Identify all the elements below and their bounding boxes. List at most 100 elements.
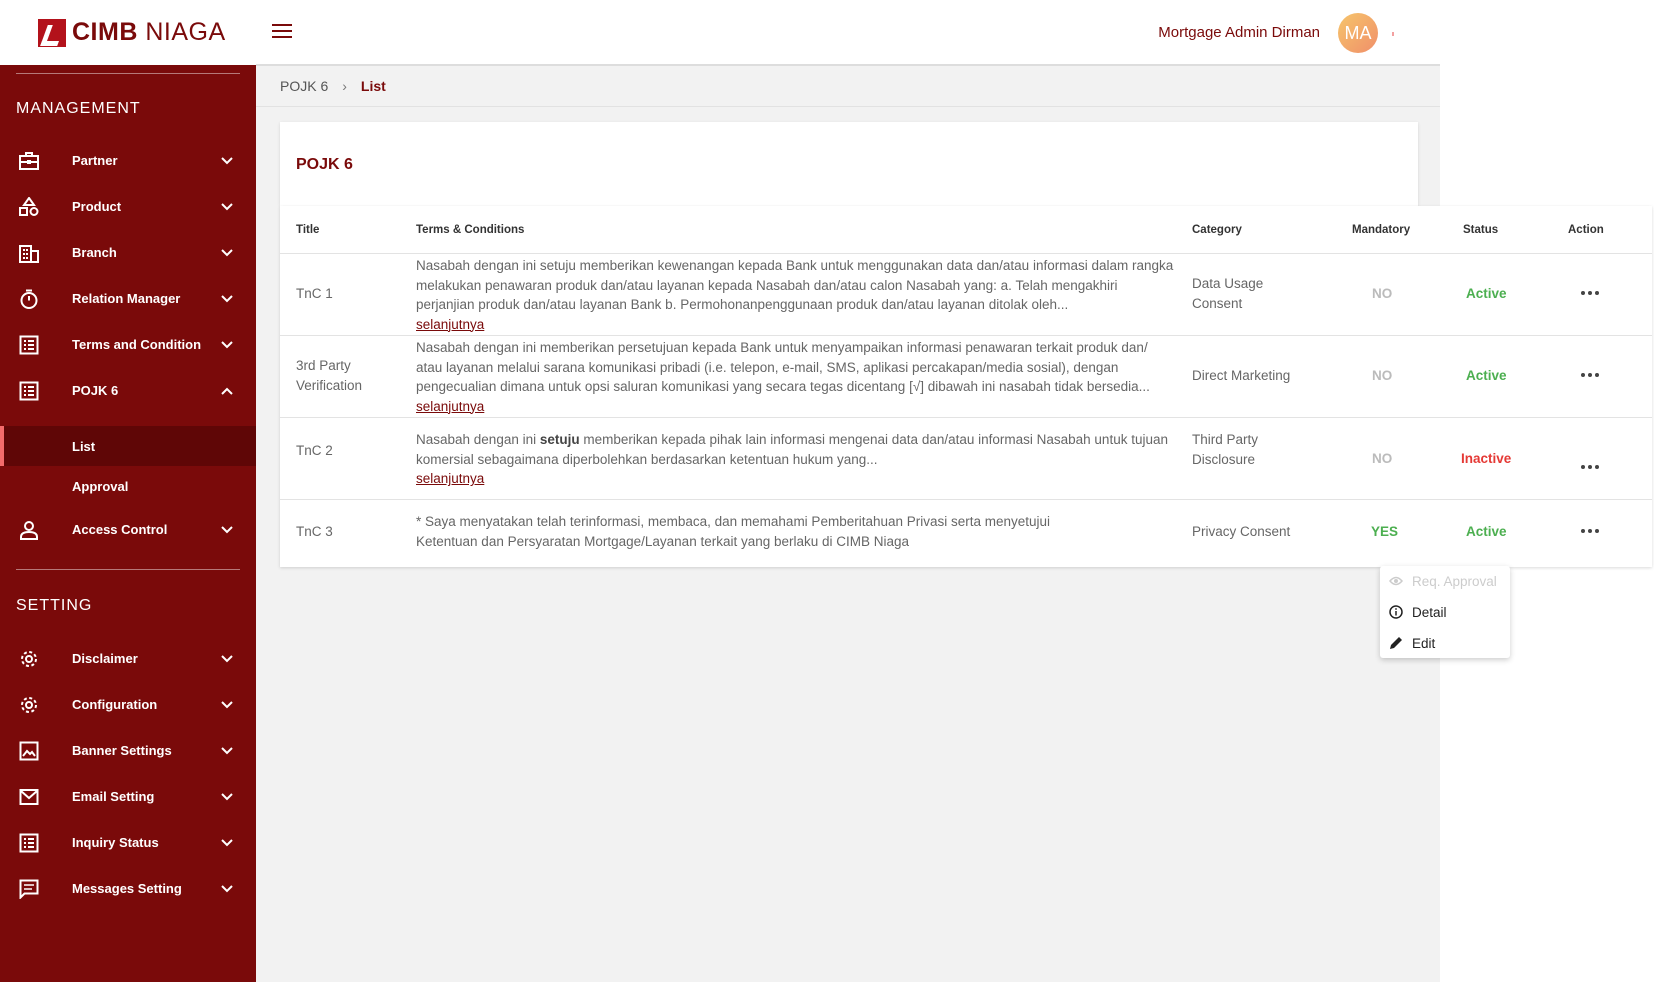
brand-name: CIMB NIAGA xyxy=(72,18,226,46)
mail-icon xyxy=(18,786,40,808)
row-category: Direct Marketing xyxy=(1192,368,1291,383)
sidebar-subitem-label: Approval xyxy=(72,478,129,494)
pencil-icon xyxy=(1390,637,1402,649)
breadcrumb-divider xyxy=(256,106,1440,107)
row-terms: Nasabah dengan ini setuju memberikan kep… xyxy=(416,430,1176,489)
brand-logo[interactable]: CIMB NIAGA xyxy=(0,0,256,65)
chevron-down-icon xyxy=(221,295,233,303)
sidebar-divider xyxy=(16,569,240,570)
status-badge: Inactive xyxy=(1461,451,1512,466)
menu-toggle-icon[interactable] xyxy=(272,24,292,40)
row-mandatory: NO xyxy=(1372,368,1393,383)
menu-item-req-approval: Req. Approval xyxy=(1380,566,1510,596)
message-icon xyxy=(18,878,40,900)
selanjutnya-link[interactable]: selanjutnya xyxy=(416,469,1176,489)
table-row: 3rd Party Verification Nasabah dengan in… xyxy=(280,336,1652,418)
user-name: Mortgage Admin Dirman xyxy=(1158,24,1320,41)
breadcrumb-current: List xyxy=(360,78,386,94)
sidebar-item-label: Product xyxy=(72,199,122,214)
sidebar-divider xyxy=(16,73,240,74)
topbar: Mortgage Admin Dirman MA xyxy=(256,0,1440,66)
shapes-icon xyxy=(18,196,40,218)
sidebar-item-product[interactable]: Product xyxy=(0,185,256,229)
more-actions-icon[interactable] xyxy=(1581,373,1599,379)
sidebar-item-label: Banner Settings xyxy=(72,743,172,758)
briefcase-icon xyxy=(18,150,40,172)
col-action: Action xyxy=(1568,224,1604,236)
sidebar-item-pojk6[interactable]: POJK 6 xyxy=(0,369,256,413)
row-terms: * Saya menyatakan telah terinformasi, me… xyxy=(416,514,1051,549)
sidebar-item-access-control[interactable]: Access Control xyxy=(0,508,256,552)
chevron-down-icon xyxy=(221,747,233,755)
sidebar-item-partner[interactable]: Partner xyxy=(0,139,256,183)
page-card: POJK 6 xyxy=(280,122,1418,206)
status-badge: Active xyxy=(1466,524,1507,539)
sidebar-item-label: POJK 6 xyxy=(72,383,119,398)
menu-item-detail[interactable]: Detail xyxy=(1380,597,1510,627)
sidebar-item-email-setting[interactable]: Email Setting xyxy=(0,775,256,819)
page-title: POJK 6 xyxy=(296,156,353,173)
menu-item-edit[interactable]: Edit xyxy=(1380,628,1510,658)
sidebar-subitem-label: List xyxy=(72,438,96,454)
sidebar-item-inquiry-status[interactable]: Inquiry Status xyxy=(0,821,256,865)
list-icon xyxy=(18,334,40,356)
sidebar-item-label: Access Control xyxy=(72,522,168,537)
chevron-down-icon xyxy=(221,655,233,663)
more-actions-icon[interactable] xyxy=(1581,465,1599,471)
row-mandatory: NO xyxy=(1372,286,1393,301)
sidebar-item-label: Terms and Condition xyxy=(72,337,202,352)
sidebar-item-terms-and-condition[interactable]: Terms and Condition xyxy=(0,323,256,367)
cimb-logo-icon xyxy=(38,18,66,47)
sidebar-item-configuration[interactable]: Configuration xyxy=(0,683,256,727)
chevron-down-icon xyxy=(221,157,233,165)
sidebar-item-label: Branch xyxy=(72,245,117,260)
row-title: 3rd Party Verification xyxy=(296,358,363,393)
col-mandatory: Mandatory xyxy=(1352,224,1411,236)
gear-icon xyxy=(18,694,40,716)
col-terms: Terms & Conditions xyxy=(416,224,525,236)
row-terms: Nasabah dengan ini setuju memberikan kew… xyxy=(416,256,1176,334)
sidebar-item-label: Messages Setting xyxy=(72,881,182,896)
row-mandatory: NO xyxy=(1372,451,1393,466)
sidebar: MANAGEMENT Partner Product Branch Relati… xyxy=(0,65,256,982)
chevron-down-icon xyxy=(221,249,233,257)
chevron-down-icon xyxy=(221,203,233,211)
sidebar-item-branch[interactable]: Branch xyxy=(0,231,256,275)
sidebar-subitem-list[interactable]: List xyxy=(0,426,256,466)
row-title: TnC 3 xyxy=(296,524,333,539)
chevron-down-icon xyxy=(221,839,233,847)
chevron-down-icon xyxy=(221,341,233,349)
col-category: Category xyxy=(1192,224,1242,236)
info-icon xyxy=(1389,605,1403,619)
row-terms: Nasabah dengan ini memberikan persetujua… xyxy=(416,338,1176,416)
col-title: Title xyxy=(296,224,320,236)
image-icon xyxy=(18,740,40,762)
selanjutnya-link[interactable]: selanjutnya xyxy=(416,315,1176,335)
status-dot xyxy=(1392,32,1394,36)
person-icon xyxy=(18,519,40,541)
sidebar-item-relation-manager[interactable]: Relation Manager xyxy=(0,277,256,321)
sidebar-item-banner-settings[interactable]: Banner Settings xyxy=(0,729,256,773)
gear-icon xyxy=(18,648,40,670)
building-icon xyxy=(18,242,40,264)
sidebar-subitem-approval[interactable]: Approval xyxy=(0,466,256,506)
more-actions-icon[interactable] xyxy=(1581,529,1599,535)
selanjutnya-link[interactable]: selanjutnya xyxy=(416,397,1176,417)
sidebar-item-messages-setting[interactable]: Messages Setting xyxy=(0,867,256,911)
tnc-table: Title Terms & Conditions Category Mandat… xyxy=(280,206,1652,567)
sidebar-item-label: Disclaimer xyxy=(72,651,138,666)
avatar[interactable]: MA xyxy=(1338,13,1378,53)
chevron-down-icon xyxy=(221,793,233,801)
sidebar-item-label: Inquiry Status xyxy=(72,835,159,850)
chevron-down-icon xyxy=(221,701,233,709)
more-actions-icon[interactable] xyxy=(1581,291,1599,297)
row-title: TnC 2 xyxy=(296,443,333,458)
status-badge: Active xyxy=(1466,368,1507,383)
action-menu: Req. Approval Detail Edit xyxy=(1380,566,1510,658)
chevron-down-icon xyxy=(221,526,233,534)
row-mandatory: YES xyxy=(1371,524,1399,539)
sidebar-item-disclaimer[interactable]: Disclaimer xyxy=(0,637,256,681)
breadcrumb-parent[interactable]: POJK 6 xyxy=(280,78,328,94)
sidebar-item-label: Relation Manager xyxy=(72,291,181,306)
chevron-up-icon xyxy=(221,387,233,395)
